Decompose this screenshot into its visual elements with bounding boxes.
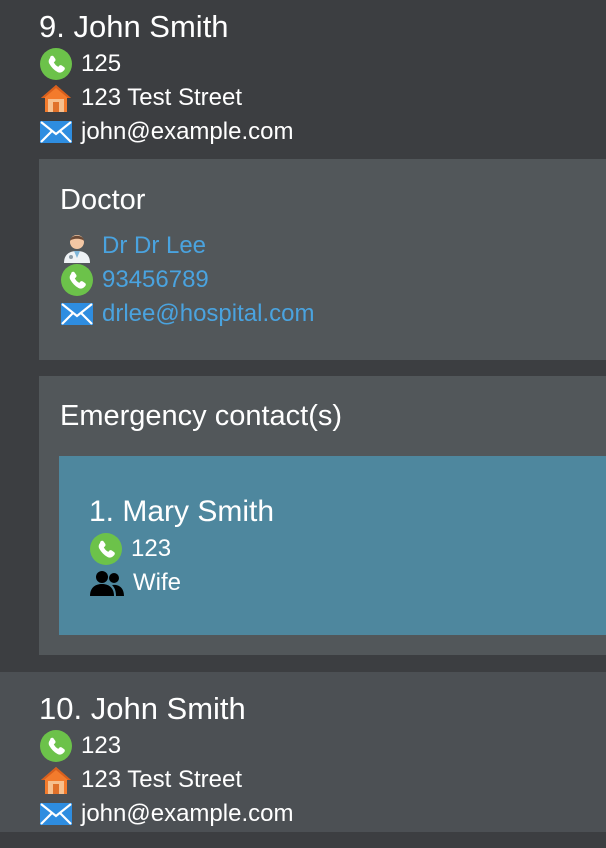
person-card[interactable]: 9. John Smith 125 123 Test Street john@e…: [0, 0, 606, 672]
people-icon: [89, 566, 125, 600]
phone-icon: [39, 47, 73, 81]
mail-icon: [60, 297, 94, 331]
person-email-row: john@example.com: [39, 797, 293, 831]
emergency-contact-phone: 123: [131, 535, 172, 562]
person-phone-row: 123: [39, 729, 121, 763]
list-background: [0, 832, 606, 848]
emergency-contact-relationship: Wife: [133, 569, 181, 596]
doctor-phone[interactable]: 93456789: [102, 266, 209, 294]
person-card[interactable]: 10. John Smith 123 123 Test Street john@…: [0, 672, 606, 832]
person-phone-row: 125: [39, 47, 121, 81]
doctor-panel: Doctor Dr Dr Lee 93456789 drlee@hospital…: [39, 159, 606, 360]
person-name: 9. John Smith: [39, 9, 229, 44]
person-email: john@example.com: [81, 118, 294, 145]
doctor-name-row: Dr Dr Lee: [60, 229, 206, 263]
emergency-contact-card[interactable]: 1. Mary Smith 123 Wife: [59, 456, 606, 635]
phone-icon: [60, 263, 94, 297]
emergency-contact-phone-row: 123: [89, 532, 171, 566]
emergency-contact-name: 1. Mary Smith: [89, 495, 275, 528]
person-name: 10. John Smith: [39, 691, 246, 726]
doctor-email-row: drlee@hospital.com: [60, 297, 314, 331]
person-phone: 125: [81, 50, 122, 77]
doctor-avatar-icon: [60, 229, 94, 263]
person-address: 123 Test Street: [81, 84, 242, 111]
phone-icon: [89, 532, 123, 566]
person-address-row: 123 Test Street: [39, 81, 242, 115]
person-email: john@example.com: [81, 800, 294, 827]
mail-icon: [39, 797, 73, 831]
emergency-section-title: Emergency contact(s): [60, 400, 343, 432]
phone-icon: [39, 729, 73, 763]
doctor-phone-row: 93456789: [60, 263, 209, 297]
person-address-row: 123 Test Street: [39, 763, 242, 797]
doctor-section-title: Doctor: [60, 184, 146, 216]
emergency-contact-relationship-row: Wife: [89, 566, 181, 600]
doctor-email[interactable]: drlee@hospital.com: [102, 300, 314, 328]
house-icon: [39, 81, 73, 115]
doctor-name[interactable]: Dr Dr Lee: [102, 232, 206, 260]
house-icon: [39, 763, 73, 797]
emergency-contacts-panel: Emergency contact(s) 1. Mary Smith 123 W…: [39, 376, 606, 655]
mail-icon: [39, 115, 73, 149]
person-phone: 123: [81, 732, 122, 759]
person-address: 123 Test Street: [81, 766, 242, 793]
person-email-row: john@example.com: [39, 115, 293, 149]
